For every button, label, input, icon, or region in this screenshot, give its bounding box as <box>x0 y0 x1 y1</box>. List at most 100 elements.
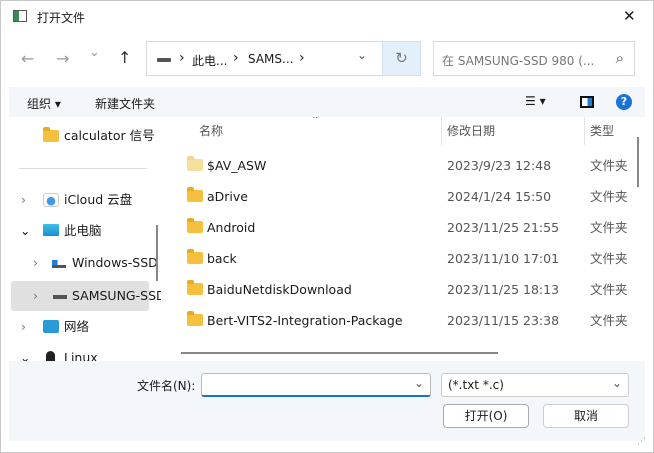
search-input[interactable]: 在 SAMSUNG-SSD 980 (... ⌕ <box>433 41 635 76</box>
file-date: 2023/11/15 23:38 <box>447 313 560 328</box>
file-row[interactable]: BaiduNetdiskDownload 2023/11/25 18:13 文件… <box>169 274 641 305</box>
bottom-panel: 文件名(N): ⌄ (*.txt *.c) ⌄ 打开(O) 取消 <box>9 361 645 441</box>
sidebar-item-linux[interactable]: ⌄ Linux <box>9 343 149 361</box>
back-button[interactable]: ← <box>21 49 34 68</box>
breadcrumb-sep: › <box>299 50 305 66</box>
folder-icon <box>187 280 203 295</box>
sidebar-item-label: 网络 <box>64 319 90 334</box>
breadcrumb-sep: › <box>179 50 185 66</box>
sidebar-item-label: Windows-SSD <box>72 255 158 270</box>
open-button[interactable]: 打开(O) <box>443 404 529 428</box>
file-type-select[interactable]: (*.txt *.c) ⌄ <box>441 373 629 397</box>
pc-icon <box>43 224 59 236</box>
cancel-button[interactable]: 取消 <box>543 404 629 428</box>
forward-button[interactable]: → <box>56 49 69 68</box>
open-file-dialog: 打开文件 ✕ ← → ⌄ ↑ › 此电... › SAMS... › ⌄ ↻ 在… <box>0 0 654 453</box>
horizontal-scrollbar[interactable] <box>181 352 498 354</box>
navigation-pane: calculator 信号 › iCloud 云盘 ⌄ 此电脑 › Window… <box>9 117 161 361</box>
column-header-date[interactable]: 修改日期 <box>447 117 495 145</box>
file-type: 文件夹 <box>590 282 628 297</box>
chevron-right-icon: › <box>33 255 38 270</box>
file-list: ⌃ 名称 修改日期 类型 $AV_ASW 2023/9/23 12:48 文件夹… <box>169 117 641 361</box>
column-header-name[interactable]: 名称 <box>199 117 223 145</box>
filename-input[interactable]: ⌄ <box>201 373 431 397</box>
file-name: back <box>207 251 237 266</box>
help-icon[interactable]: ? <box>616 94 632 110</box>
sidebar-item-label: 此电脑 <box>64 223 102 238</box>
file-row[interactable]: aDrive 2024/1/24 15:50 文件夹 <box>169 181 641 212</box>
sidebar-item-calculator[interactable]: calculator 信号 <box>9 121 155 151</box>
file-type: 文件夹 <box>590 220 628 235</box>
title-bar: 打开文件 ✕ <box>1 1 653 31</box>
refresh-button[interactable]: ↻ <box>382 41 421 76</box>
file-name: Bert-VITS2-Integration-Package <box>207 313 403 328</box>
new-folder-button[interactable]: 新建文件夹 <box>95 95 155 112</box>
file-date: 2023/9/23 12:48 <box>447 158 552 173</box>
file-row[interactable]: Bert-VITS2-Integration-Package 2023/11/1… <box>169 305 641 336</box>
file-date: 2023/11/25 18:13 <box>447 282 560 297</box>
file-row[interactable]: back 2023/11/10 17:01 文件夹 <box>169 243 641 274</box>
search-icon: ⌕ <box>615 49 624 67</box>
file-name: aDrive <box>207 189 248 204</box>
address-dropdown[interactable]: ⌄ <box>357 48 367 62</box>
file-row[interactable]: Android 2023/11/25 21:55 文件夹 <box>169 212 641 243</box>
folder-icon <box>43 127 59 142</box>
view-options-button[interactable]: ☰ ▾ <box>525 94 546 108</box>
chevron-down-icon: ⌄ <box>611 376 622 390</box>
command-bar: 组织 ▾ 新建文件夹 ☰ ▾ ? <box>9 87 645 117</box>
file-row[interactable]: $AV_ASW 2023/9/23 12:48 文件夹 <box>169 150 641 181</box>
sidebar-item-label: SAMSUNG-SSD <box>72 288 161 303</box>
column-divider <box>584 117 585 145</box>
preview-pane-icon[interactable] <box>580 96 594 108</box>
drive-icon <box>157 58 171 62</box>
file-type: 文件夹 <box>590 158 628 173</box>
close-button[interactable]: ✕ <box>623 7 636 25</box>
navigation-scrollbar[interactable] <box>156 225 158 281</box>
folder-icon <box>187 156 203 171</box>
network-icon <box>43 320 59 333</box>
column-divider <box>441 117 442 145</box>
up-button[interactable]: ↑ <box>118 48 131 67</box>
file-date: 2024/1/24 15:50 <box>447 189 552 204</box>
window-title: 打开文件 <box>37 11 86 25</box>
chevron-right-icon: › <box>21 319 26 334</box>
file-name: $AV_ASW <box>207 158 267 173</box>
icloud-icon <box>43 193 59 207</box>
resize-grip[interactable]: ⋰ <box>637 437 646 447</box>
filename-label: 文件名(N): <box>137 379 196 393</box>
file-name: BaiduNetdiskDownload <box>207 282 352 297</box>
drive-icon <box>53 295 67 299</box>
sidebar-item-network[interactable]: › 网络 <box>9 312 149 342</box>
recent-locations-button[interactable]: ⌄ <box>89 45 100 60</box>
breadcrumb-samsung[interactable]: SAMS... <box>248 52 293 66</box>
linux-icon <box>46 351 55 361</box>
sidebar-item-icloud[interactable]: › iCloud 云盘 <box>9 185 149 215</box>
vertical-scrollbar[interactable] <box>637 137 639 187</box>
sidebar-item-this-pc[interactable]: ⌄ 此电脑 <box>9 216 149 246</box>
file-date: 2023/11/25 21:55 <box>447 220 560 235</box>
organize-button[interactable]: 组织 ▾ <box>27 95 61 112</box>
windows-drive-icon <box>52 260 66 268</box>
address-bar[interactable]: › 此电... › SAMS... › ⌄ <box>146 41 421 76</box>
chevron-down-icon: ⌄ <box>20 223 31 238</box>
sidebar-item-samsung-ssd[interactable]: › SAMSUNG-SSD <box>11 281 161 311</box>
chevron-down-icon: ⌄ <box>413 376 424 390</box>
breadcrumb-sep: › <box>233 50 239 66</box>
folder-icon <box>187 187 203 202</box>
file-date: 2023/11/10 17:01 <box>447 251 560 266</box>
chevron-right-icon: › <box>33 288 38 303</box>
search-placeholder: 在 SAMSUNG-SSD 980 (... <box>442 54 595 68</box>
sidebar-item-windows-ssd[interactable]: › Windows-SSD <box>9 248 158 278</box>
file-name: Android <box>207 220 256 235</box>
file-type-value: (*.txt *.c) <box>448 378 504 392</box>
folder-icon <box>187 218 203 233</box>
folder-icon <box>187 249 203 264</box>
breadcrumb-this-pc[interactable]: 此电... <box>192 52 227 69</box>
divider <box>19 168 147 169</box>
file-type: 文件夹 <box>590 189 628 204</box>
column-header-type[interactable]: 类型 <box>590 117 614 145</box>
file-type: 文件夹 <box>590 313 628 328</box>
chevron-down-icon: ⌄ <box>20 350 31 361</box>
chevron-right-icon: › <box>21 192 26 207</box>
sort-indicator: ⌃ <box>311 117 320 126</box>
